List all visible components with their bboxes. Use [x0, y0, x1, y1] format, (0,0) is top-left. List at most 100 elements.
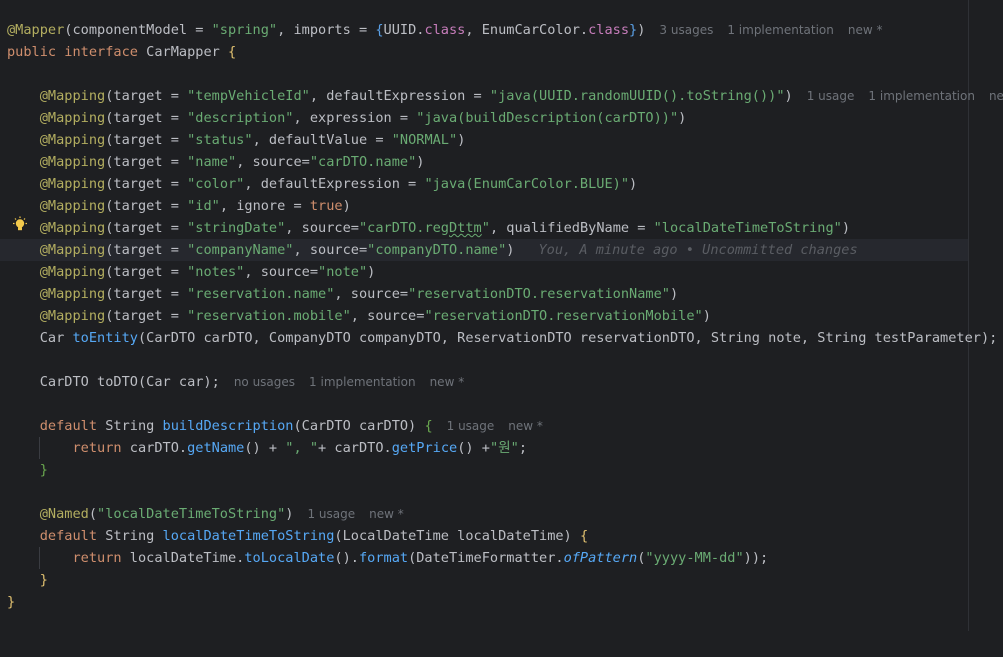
code-line-localdatetimetostring[interactable]: default String localDateTimeToString(Loc… — [0, 525, 968, 547]
keyword: default — [39, 418, 98, 434]
string-literal: "reservation.name" — [187, 286, 335, 302]
code-text: carDTO. — [121, 440, 188, 456]
brace: } — [39, 462, 48, 478]
string-literal: "note" — [318, 264, 368, 280]
code-line-mapping-status[interactable]: @Mapping(target = "status", defaultValue… — [0, 129, 968, 151]
code-line-mapping-reservation-mobile[interactable]: @Mapping(target = "reservation.mobile", … — [0, 305, 968, 327]
code-line-builddescription-return[interactable]: return carDTO.getName() + ", "+ carDTO.g… — [0, 437, 968, 459]
string-literal: "localDateTimeToString" — [97, 506, 286, 522]
code-text: , source= — [293, 242, 368, 258]
author-hint[interactable]: new * — [508, 419, 543, 433]
code-line-mapping-companyname[interactable]: @Mapping(target = "companyName", source=… — [0, 239, 968, 261]
code-line-mapping-reservation-name[interactable]: @Mapping(target = "reservation.name", so… — [0, 283, 968, 305]
keyword: interface — [64, 44, 138, 60]
code-editor[interactable]: @Mapper(componentModel = "spring", impor… — [0, 0, 1003, 631]
inlay-hints[interactable]: 1 usage new * — [447, 419, 557, 433]
code-text: (target = — [105, 242, 188, 258]
code-text: () + — [457, 440, 490, 456]
usages-hint[interactable]: 3 usages — [659, 23, 713, 37]
annotation: @Named — [39, 506, 89, 522]
annotation: @Mapping — [39, 110, 106, 126]
code-text: , source= — [285, 220, 359, 236]
author-hint[interactable]: new * — [848, 23, 883, 37]
implementation-hint[interactable]: 1 implementation — [727, 23, 834, 37]
code-line-mapping-name[interactable]: @Mapping(target = "name", source="carDTO… — [0, 151, 968, 173]
code-text: (). — [334, 550, 359, 566]
author-hint[interactable]: new * — [369, 507, 404, 521]
code-text: UUID. — [383, 22, 425, 38]
code-text: ; — [518, 440, 528, 456]
code-line-builddescription[interactable]: default String buildDescription(CarDTO c… — [0, 415, 968, 437]
code-line-toentity[interactable]: Car toEntity(CarDTO carDTO, CompanyDTO c… — [0, 327, 998, 349]
code-line-mapping-description[interactable]: @Mapping(target = "description", express… — [0, 107, 968, 129]
code-text: (target = — [105, 132, 188, 148]
annotation: @Mapping — [39, 88, 106, 104]
code-text: (target = — [105, 264, 188, 280]
code-line-mapping-notes[interactable]: @Mapping(target = "notes", source="note"… — [0, 261, 968, 283]
code-line-todto[interactable]: CarDTO toDTO(Car car); no usages 1 impleme… — [0, 371, 968, 393]
inlay-hints[interactable]: no usages 1 implementation new * — [234, 375, 478, 389]
code-text: , defaultExpression = — [244, 176, 425, 192]
code-text: () + — [244, 440, 286, 456]
code-text: String — [97, 528, 163, 544]
annotation: @Mapping — [39, 264, 106, 280]
keyword: class — [424, 22, 466, 38]
code-text: CarDTO toDTO(Car car); — [39, 374, 220, 390]
brace: { — [228, 44, 237, 60]
annotation: @Mapper — [7, 22, 65, 38]
code-line-localdatetime-return[interactable]: return localDateTime.toLocalDate().forma… — [0, 547, 968, 569]
code-text: (target = — [105, 176, 188, 192]
string-literal: "reservationDTO.reservationMobile" — [424, 308, 703, 324]
code-text: ) — [457, 132, 466, 148]
code-line-builddescription-close[interactable]: } — [0, 459, 968, 481]
keyword: true — [309, 198, 343, 214]
method-name: buildDescription — [162, 418, 294, 434]
inlay-hints[interactable]: 3 usages 1 implementation new * — [659, 23, 896, 37]
code-line-mapping-color[interactable]: @Mapping(target = "color", defaultExpres… — [0, 173, 968, 195]
annotation: @Mapping — [39, 242, 106, 258]
code-line-named-annotation[interactable]: @Named("localDateTimeToString") 1 usage ne… — [0, 503, 968, 525]
keyword: return — [72, 440, 122, 456]
usages-hint[interactable]: 1 usage — [807, 89, 855, 103]
inlay-hints[interactable]: 1 usage 1 implementation new * — [807, 89, 1003, 103]
code-line-mapper-annotation[interactable]: @Mapper(componentModel = "spring", impor… — [0, 19, 968, 41]
code-line-localdatetime-close[interactable]: } — [0, 569, 968, 591]
code-line-mapping-id[interactable]: @Mapping(target = "id", ignore = true) — [0, 195, 968, 217]
code-text: (LocalDateTime localDateTime) — [334, 528, 580, 544]
author-hint[interactable]: new * — [430, 375, 465, 389]
implementation-hint[interactable]: 1 implementation — [309, 375, 416, 389]
string-literal: "yyyy-MM-dd" — [645, 550, 744, 566]
string-literal: "원" — [489, 440, 519, 456]
annotation: @Mapping — [39, 132, 106, 148]
inlay-hints[interactable]: 1 usage new * — [307, 507, 417, 521]
implementation-hint[interactable]: 1 implementation — [868, 89, 975, 103]
typo-underline[interactable]: Dttm — [449, 220, 482, 236]
code-line-interface-close[interactable]: } — [0, 591, 968, 613]
code-text: ) — [841, 220, 851, 236]
class-name: CarMapper — [146, 44, 220, 60]
string-literal: "reservation.mobile" — [187, 308, 351, 324]
author-hint[interactable]: new * — [989, 89, 1003, 103]
usages-hint[interactable]: 1 usage — [447, 419, 495, 433]
code-text: (DateTimeFormatter. — [408, 550, 564, 566]
code-line-interface-declaration[interactable]: public interface CarMapper { — [0, 41, 968, 63]
usages-hint[interactable]: no usages — [234, 375, 295, 389]
code-text: ) — [669, 286, 679, 302]
brace: } — [7, 594, 16, 610]
code-line-mapping-tempvehicleid[interactable]: @Mapping(target = "tempVehicleId", defau… — [0, 85, 1003, 107]
brace: { — [375, 22, 384, 38]
keyword: public — [7, 44, 57, 60]
brace: { — [424, 418, 433, 434]
method-name: toEntity — [72, 330, 138, 346]
string-literal: "companyDTO.name" — [367, 242, 507, 258]
method-name: format — [358, 550, 409, 566]
lightbulb-icon[interactable] — [11, 216, 29, 234]
code-line-mapping-stringdate[interactable]: @Mapping(target = "stringDate", source="… — [0, 217, 968, 239]
code-text: , source= — [244, 264, 319, 280]
string-literal: "carDTO.reg — [358, 220, 449, 236]
code-text: (target = — [105, 88, 188, 104]
string-literal: "notes" — [187, 264, 245, 280]
usages-hint[interactable]: 1 usage — [307, 507, 355, 521]
git-blame-annotation[interactable]: You, A minute ago • Uncommitted changes — [538, 242, 857, 258]
string-literal: "java(UUID.randomUUID().toString())" — [489, 88, 785, 104]
